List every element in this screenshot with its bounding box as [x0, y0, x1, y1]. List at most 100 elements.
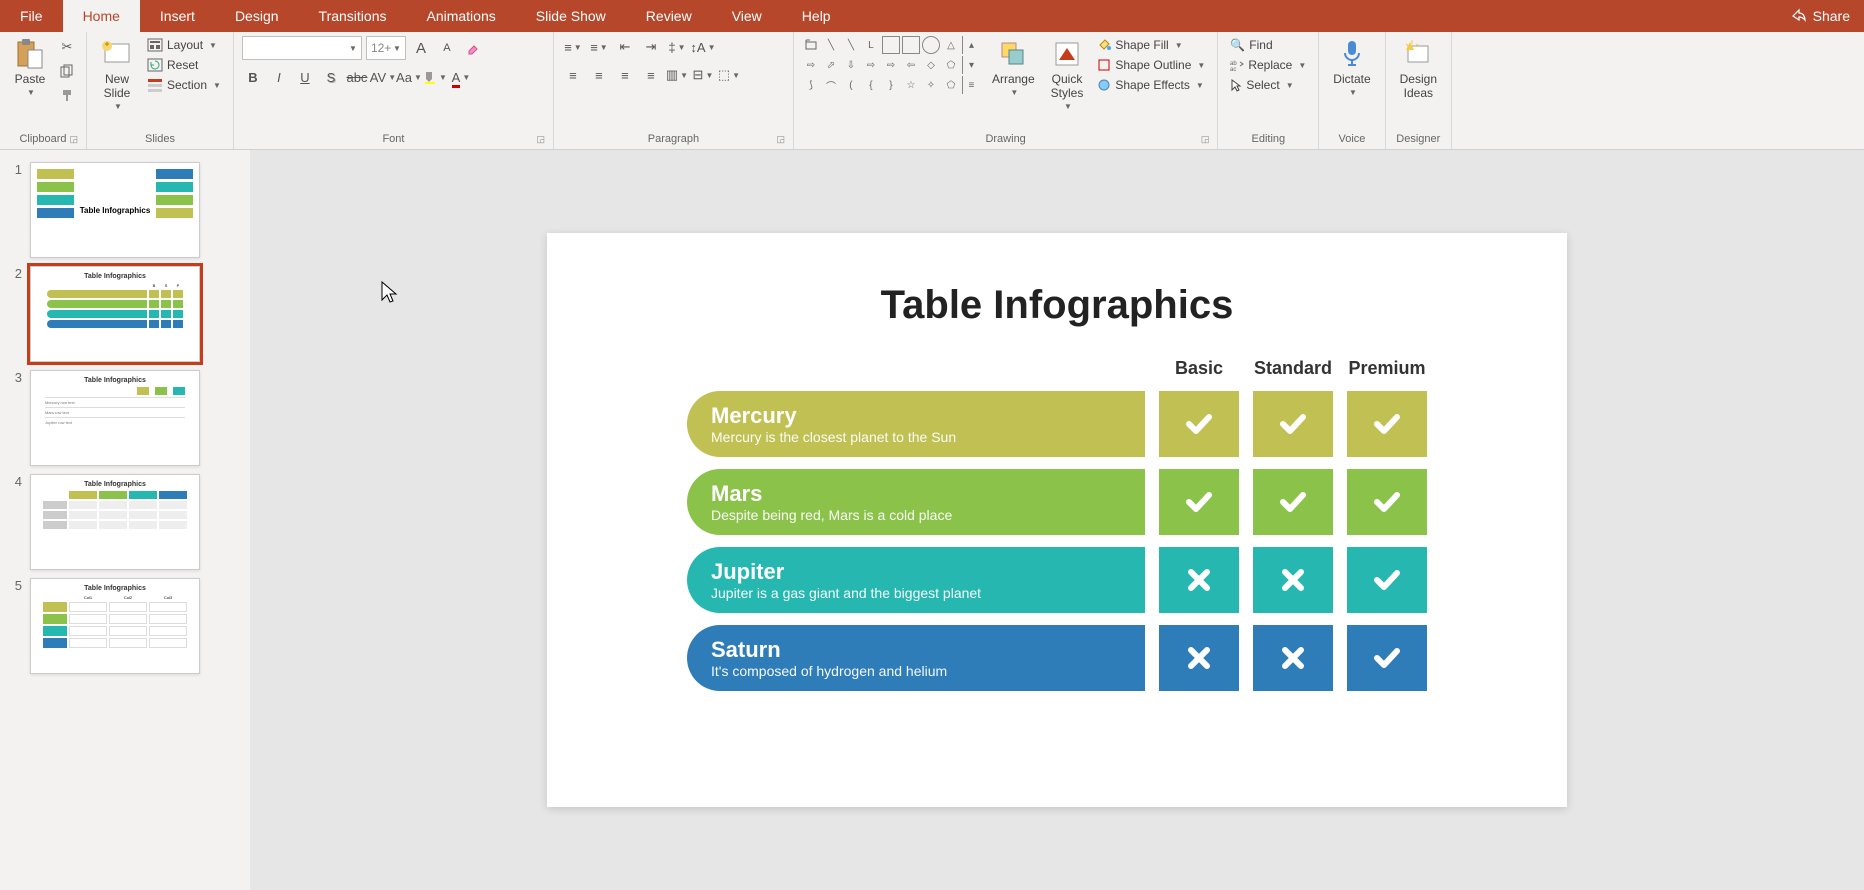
paste-button[interactable]: Paste ▼ — [8, 36, 52, 99]
numbering-button[interactable]: ≡▼ — [588, 36, 610, 58]
cross-icon[interactable] — [1159, 547, 1239, 613]
ribbon: Paste ▼ ✂ Clipboard◲ New Slide ▼ Layout▼ — [0, 32, 1864, 150]
launcher-icon[interactable]: ◲ — [536, 134, 545, 145]
format-painter-button[interactable] — [56, 84, 78, 106]
font-size-combo[interactable]: 12+▼ — [366, 36, 406, 60]
columns-button[interactable]: ▥▼ — [666, 64, 688, 86]
strike-button[interactable]: abc — [346, 66, 368, 88]
cross-icon[interactable] — [1159, 625, 1239, 691]
replace-button[interactable]: abacReplace▼ — [1226, 56, 1310, 74]
thumbnail-row[interactable]: 5 Table Infographics Col1Col2Col3 — [0, 574, 250, 678]
table-row[interactable]: MarsDespite being red, Mars is a cold pl… — [687, 469, 1427, 535]
text-direction-button[interactable]: ↕A▼ — [692, 36, 714, 58]
bold-button[interactable]: B — [242, 66, 264, 88]
shape-outline-button[interactable]: Shape Outline▼ — [1093, 56, 1209, 74]
check-icon[interactable] — [1347, 625, 1427, 691]
align-left-button[interactable]: ≡ — [562, 64, 584, 86]
thumbnail-5[interactable]: Table Infographics Col1Col2Col3 — [30, 578, 200, 674]
table-row[interactable]: SaturnIt's composed of hydrogen and heli… — [687, 625, 1427, 691]
shrink-font-button[interactable]: A — [436, 37, 458, 59]
slide-title[interactable]: Table Infographics — [607, 283, 1507, 328]
indent-inc-button[interactable]: ⇥ — [640, 36, 662, 58]
shape-effects-button[interactable]: Shape Effects▼ — [1093, 76, 1209, 94]
bullets-button[interactable]: ≡▼ — [562, 36, 584, 58]
thumbnail-row[interactable]: 2 Table Infographics BSP — [0, 262, 250, 366]
shadow-button[interactable]: S — [320, 66, 342, 88]
tab-review[interactable]: Review — [626, 0, 712, 32]
launcher-icon[interactable]: ◲ — [69, 134, 78, 145]
tab-slideshow[interactable]: Slide Show — [516, 0, 626, 32]
font-color-button[interactable]: A▼ — [450, 66, 472, 88]
slide-editor[interactable]: Table Infographics Basic Standard Premiu… — [250, 150, 1864, 890]
reset-button[interactable]: Reset — [143, 56, 225, 74]
check-icon[interactable] — [1347, 391, 1427, 457]
tab-transitions[interactable]: Transitions — [299, 0, 407, 32]
line-spacing-button[interactable]: ‡▼ — [666, 36, 688, 58]
font-name-combo[interactable]: ▼ — [242, 36, 362, 60]
tab-view[interactable]: View — [712, 0, 782, 32]
tab-help[interactable]: Help — [782, 0, 851, 32]
find-button[interactable]: 🔍Find — [1226, 36, 1276, 54]
columns-icon: ▥ — [666, 67, 678, 83]
thumbnail-row[interactable]: 4 Table Infographics — [0, 470, 250, 574]
paste-icon — [14, 38, 46, 70]
new-slide-button[interactable]: New Slide ▼ — [95, 36, 139, 113]
cut-button[interactable]: ✂ — [56, 36, 78, 58]
thumbnail-4[interactable]: Table Infographics — [30, 474, 200, 570]
row-name: Mars — [711, 481, 1121, 507]
select-button[interactable]: Select▼ — [1226, 76, 1297, 94]
shape-fill-button[interactable]: Shape Fill▼ — [1093, 36, 1209, 54]
table-row[interactable]: MercuryMercury is the closest planet to … — [687, 391, 1427, 457]
design-ideas-button[interactable]: Design Ideas — [1394, 36, 1443, 102]
check-icon[interactable] — [1347, 469, 1427, 535]
launcher-icon[interactable]: ◲ — [776, 134, 785, 145]
clear-format-button[interactable] — [462, 37, 484, 59]
table-row[interactable]: JupiterJupiter is a gas giant and the bi… — [687, 547, 1427, 613]
italic-button[interactable]: I — [268, 66, 290, 88]
shapes-gallery[interactable]: ╲ ╲ L △ ▴ ⇨ ⬀ ⇩ ⇨ ⇨ ⇦ ◇ ⬠ ▾ ⟆ ⌒ ( { — [802, 36, 982, 94]
cross-icon[interactable] — [1253, 625, 1333, 691]
check-icon[interactable] — [1159, 391, 1239, 457]
smartart-button[interactable]: ⬚▼ — [718, 64, 740, 86]
thumbnail-3[interactable]: Table Infographics Mercury row text Mars… — [30, 370, 200, 466]
check-icon[interactable] — [1253, 391, 1333, 457]
row-label[interactable]: MarsDespite being red, Mars is a cold pl… — [687, 469, 1145, 535]
case-button[interactable]: Aa▼ — [398, 66, 420, 88]
tab-file[interactable]: File — [0, 0, 63, 32]
slide-thumbnails[interactable]: 1 Table Infographics 2 Table Infographic… — [0, 150, 250, 890]
grow-font-button[interactable]: A — [410, 37, 432, 59]
row-name: Mercury — [711, 403, 1121, 429]
tab-insert[interactable]: Insert — [140, 0, 215, 32]
align-center-button[interactable]: ≡ — [588, 64, 610, 86]
justify-button[interactable]: ≡ — [640, 64, 662, 86]
section-button[interactable]: Section▼ — [143, 76, 225, 94]
dictate-button[interactable]: Dictate▼ — [1327, 36, 1376, 99]
underline-button[interactable]: U — [294, 66, 316, 88]
launcher-icon[interactable]: ◲ — [1201, 134, 1210, 145]
spacing-button[interactable]: AV▼ — [372, 66, 394, 88]
row-label[interactable]: MercuryMercury is the closest planet to … — [687, 391, 1145, 457]
highlight-button[interactable]: ▼ — [424, 66, 446, 88]
thumbnail-2[interactable]: Table Infographics BSP — [30, 266, 200, 362]
check-icon[interactable] — [1253, 469, 1333, 535]
tab-animations[interactable]: Animations — [406, 0, 515, 32]
current-slide[interactable]: Table Infographics Basic Standard Premiu… — [547, 233, 1567, 807]
tab-design[interactable]: Design — [215, 0, 299, 32]
layout-button[interactable]: Layout▼ — [143, 36, 225, 54]
check-icon[interactable] — [1159, 469, 1239, 535]
share-button[interactable]: Share — [1777, 8, 1864, 24]
row-label[interactable]: SaturnIt's composed of hydrogen and heli… — [687, 625, 1145, 691]
thumbnail-row[interactable]: 3 Table Infographics Mercury row text Ma… — [0, 366, 250, 470]
check-icon[interactable] — [1347, 547, 1427, 613]
copy-button[interactable] — [56, 60, 78, 82]
align-right-button[interactable]: ≡ — [614, 64, 636, 86]
thumbnail-1[interactable]: Table Infographics — [30, 162, 200, 258]
align-text-button[interactable]: ⊟▼ — [692, 64, 714, 86]
arrange-button[interactable]: Arrange▼ — [986, 36, 1041, 99]
thumbnail-row[interactable]: 1 Table Infographics — [0, 158, 250, 262]
tab-home[interactable]: Home — [63, 0, 140, 32]
cross-icon[interactable] — [1253, 547, 1333, 613]
quick-styles-button[interactable]: Quick Styles▼ — [1045, 36, 1090, 113]
indent-dec-button[interactable]: ⇤ — [614, 36, 636, 58]
row-label[interactable]: JupiterJupiter is a gas giant and the bi… — [687, 547, 1145, 613]
